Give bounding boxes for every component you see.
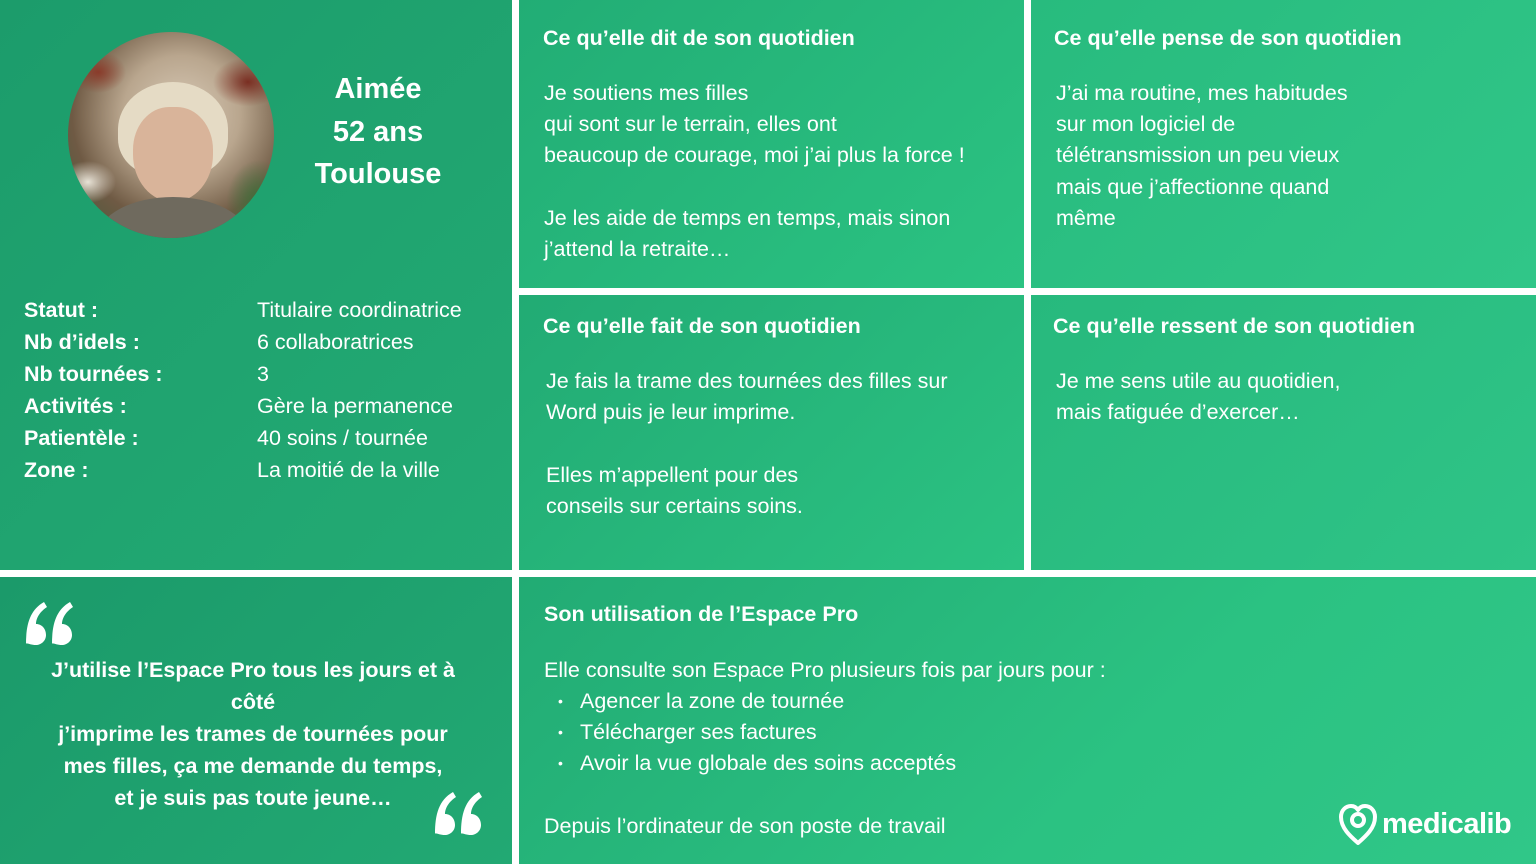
usage-item-label: Avoir la vue globale des soins acceptés xyxy=(580,751,957,776)
detail-row: Nb d’idels : 6 collaboratrices xyxy=(24,326,504,358)
usage-list: • Agencer la zone de tournée • Télécharger… xyxy=(558,686,956,780)
detail-key: Activités : xyxy=(24,394,127,418)
persona-age: 52 ans xyxy=(332,115,424,148)
quote-line: côté xyxy=(230,690,276,714)
detail-key: Nb d’idels : xyxy=(24,330,140,354)
feels-title: Ce qu’elle ressent de son quotidien xyxy=(1053,314,1415,338)
text-line: télétransmission un peu vieux xyxy=(1056,143,1340,168)
detail-value: Gère la permanence xyxy=(257,394,453,418)
detail-value: 40 soins / tournée xyxy=(257,426,428,450)
text-line: Elles m’appellent pour des xyxy=(546,462,799,487)
detail-row: Nb tournées : 3 xyxy=(24,358,504,390)
does-text: Je fais la trame des tournées des filles… xyxy=(546,366,948,522)
usage-title: Son utilisation de l’Espace Pro xyxy=(544,602,859,626)
text-line: même xyxy=(1056,205,1116,230)
medicalib-logo: medicalib xyxy=(1338,803,1512,845)
persona-identity: Aimée 52 ans Toulouse xyxy=(290,68,466,196)
detail-value: Titulaire coordinatrice xyxy=(257,298,462,322)
text-line: Je fais la trame des tournées des filles… xyxy=(546,369,948,393)
close-quote-icon xyxy=(435,792,482,835)
quote-line: J’utilise l’Espace Pro tous les jours et… xyxy=(51,658,455,682)
usage-footer: Depuis l’ordinateur de son poste de trav… xyxy=(544,814,946,838)
heart-location-icon xyxy=(1339,804,1377,845)
usage-item: • Agencer la zone de tournée xyxy=(558,686,956,717)
detail-value: 3 xyxy=(257,362,269,386)
quote-text: J’utilise l’Espace Pro tous les jours et… xyxy=(30,654,476,814)
text-line: beaucoup de courage, moi j’ai plus la fo… xyxy=(544,143,965,168)
text-line: Word puis je leur imprime. xyxy=(546,400,796,425)
detail-value: La moitié de la ville xyxy=(257,458,440,482)
usage-item: • Télécharger ses factures xyxy=(558,717,956,748)
detail-value: 6 collaboratrices xyxy=(257,330,414,354)
text-line: conseils sur certains soins. xyxy=(546,493,803,518)
usage-item-label: Agencer la zone de tournée xyxy=(580,689,845,713)
detail-key: Statut : xyxy=(24,298,99,322)
open-quote-icon xyxy=(26,602,73,645)
text-line: Je les aide de temps en temps, mais sino… xyxy=(544,205,951,230)
detail-row: Patientèle : 40 soins / tournée xyxy=(24,422,504,454)
usage-item-label: Télécharger ses factures xyxy=(580,720,817,745)
text-line: mais fatiguée d’exercer… xyxy=(1056,400,1300,425)
text-line: Je soutiens mes filles xyxy=(544,81,749,105)
persona-details: Statut : Titulaire coordinatrice Nb d’id… xyxy=(24,294,504,486)
persona-photo xyxy=(68,32,274,238)
quote-line: et je suis pas toute jeune… xyxy=(114,786,392,810)
text-line: mais que j’affectionne quand xyxy=(1056,174,1330,199)
thinks-title: Ce qu’elle pense de son quotidien xyxy=(1054,26,1402,50)
brand-name: medicalib xyxy=(1382,807,1512,840)
thinks-text: J’ai ma routine, mes habitudes sur mon l… xyxy=(1056,78,1348,234)
says-title: Ce qu’elle dit de son quotidien xyxy=(543,26,855,50)
says-text: Je soutiens mes filles qui sont sur le t… xyxy=(544,78,965,265)
persona-name: Aimée xyxy=(334,73,422,105)
usage-intro: Elle consulte son Espace Pro plusieurs f… xyxy=(544,658,1106,682)
text-line: j’attend la retraite… xyxy=(544,237,731,261)
text-line: sur mon logiciel de xyxy=(1056,112,1236,137)
quote-line: j’imprime les trames de tournées pour xyxy=(58,722,448,746)
does-title: Ce qu’elle fait de son quotidien xyxy=(543,314,861,338)
detail-key: Patientèle : xyxy=(24,426,139,450)
persona-city: Toulouse xyxy=(314,158,442,190)
text-line: Je me sens utile au quotidien, xyxy=(1056,369,1341,393)
detail-key: Zone : xyxy=(24,458,89,482)
detail-row: Statut : Titulaire coordinatrice xyxy=(24,294,504,326)
detail-row: Zone : La moitié de la ville xyxy=(24,454,504,486)
quote-line: mes filles, ça me demande du temps, xyxy=(63,754,443,778)
detail-key: Nb tournées : xyxy=(24,362,163,386)
text-line: J’ai ma routine, mes habitudes xyxy=(1056,81,1348,105)
detail-row: Activités : Gère la permanence xyxy=(24,390,504,422)
feels-text: Je me sens utile au quotidien, mais fati… xyxy=(1056,366,1340,428)
usage-item: • Avoir la vue globale des soins acceptés xyxy=(558,748,956,779)
text-line: qui sont sur le terrain, elles ont xyxy=(544,112,837,137)
